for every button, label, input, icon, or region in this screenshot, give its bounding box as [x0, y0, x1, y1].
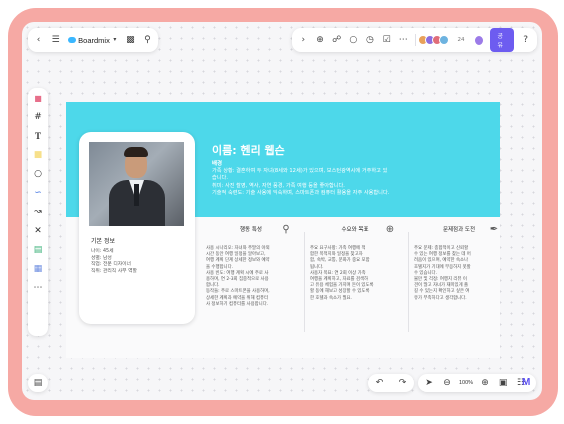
tool-sidebar: ■ # T ■ ○ ∽ ↝ ✕ ▤ ▦ ⋯: [28, 88, 48, 336]
column-title-text: 문제점과 도전: [442, 227, 476, 233]
sticky-note-icon[interactable]: ■: [32, 149, 44, 161]
undo-icon[interactable]: ↶: [374, 377, 386, 389]
chevron-down-icon[interactable]: ▾: [112, 34, 118, 46]
basic-info-item: 직위: 관리직 사무 역할: [91, 268, 137, 274]
more-tools-icon[interactable]: ⋯: [32, 282, 44, 294]
template-icon[interactable]: ▦: [32, 263, 44, 275]
column-title: 수요와 목표 ⊕: [310, 224, 400, 236]
menu-icon[interactable]: ☰: [51, 34, 60, 46]
zoom-toolbar: ➤ ⊖ 100% ⊕ ▣ ☷: [418, 374, 536, 392]
ai-logo-icon[interactable]: M: [522, 377, 534, 389]
sticky-multi-icon[interactable]: ■: [32, 92, 44, 104]
persona-board[interactable]: 이름: 헨리 웹슨 배경 가족 상황: 결혼하여 두 자녀(8세와 12세)가 …: [66, 102, 500, 358]
app-brand[interactable]: Boardmix ▾: [68, 34, 118, 46]
app-name: Boardmix: [78, 35, 110, 45]
column-line: 사 정보하기 컴퓨터를 사용합니다.: [206, 301, 269, 307]
column-title-text: 행동 특성: [240, 227, 262, 233]
persona-photo: [89, 142, 184, 226]
basic-info-list: 나이: 45세 성별: 남성 직업: 전문 디자이너 직위: 관리직 사무 역할: [91, 249, 137, 275]
back-icon[interactable]: ‹: [34, 34, 43, 46]
background-line: 습니다.: [212, 175, 228, 182]
comment-icon[interactable]: ○: [348, 34, 359, 46]
collaborator-avatars[interactable]: [418, 35, 450, 45]
basic-info-item: 나이: 45세: [91, 249, 114, 254]
toolbar-divider: [414, 34, 416, 46]
column-body: 주요 문제: 종합적이고 신뢰할 수 있는 여행 정보를 찾는 데 어 려움이 …: [414, 246, 504, 302]
zoom-out-icon[interactable]: ⊖: [441, 377, 453, 389]
pain-points-column: 문제점과 도전 ✒ 주요 문제: 종합적이고 신뢰할 수 있는 여행 정보를 찾…: [414, 224, 504, 302]
column-body: 주요 요구사항: 가족 여행에 적 합한 목적지와 일정을 찾고자 함, 숙박,…: [310, 246, 400, 302]
add-icon[interactable]: ⊕: [315, 34, 326, 46]
ai-icon[interactable]: ☍: [331, 34, 342, 46]
share-button[interactable]: 공유: [490, 28, 515, 52]
top-right-toolbar: › ⊕ ☍ ○ ◷ ☑ ⋯ 24 공유 ?: [292, 28, 537, 52]
column-line: 유가 부족하다고 생각합니다.: [414, 295, 467, 301]
needs-goals-column: 수요와 목표 ⊕ 주요 요구사항: 가족 여행에 적 합한 목적지와 일정을 찾…: [310, 224, 400, 302]
my-avatar[interactable]: [474, 34, 485, 46]
column-title: 행동 특성 ⚲: [206, 224, 296, 236]
column-title-text: 수요와 목표: [341, 227, 369, 233]
fit-icon[interactable]: ▣: [497, 377, 509, 389]
redo-icon[interactable]: ↷: [397, 377, 409, 389]
table-icon[interactable]: ▤: [32, 244, 44, 256]
target-icon: ⊕: [385, 224, 395, 235]
tools-icon: ✒: [489, 224, 499, 235]
minimap-icon[interactable]: ▤: [32, 377, 44, 389]
boardmix-window: ‹ ☰ Boardmix ▾ ▩ ⚲ › ⊕ ☍ ○ ◷ ☑ ⋯ 24 공유 ?…: [22, 22, 542, 400]
more-icon[interactable]: ⋯: [398, 34, 409, 46]
search-person-icon: ⚲: [282, 224, 290, 235]
column-divider: [408, 232, 409, 332]
column-title: 문제점과 도전 ✒: [414, 224, 504, 236]
search-icon[interactable]: ⚲: [143, 34, 152, 46]
background-label: 배경: [212, 161, 223, 167]
mindmap-icon[interactable]: ✕: [32, 225, 44, 237]
history-toolbar: ↶ ↷: [368, 374, 414, 392]
pen-icon[interactable]: ∽: [32, 187, 44, 199]
select-icon[interactable]: ➤: [423, 377, 435, 389]
vote-icon[interactable]: ☑: [381, 34, 392, 46]
present-icon[interactable]: ▩: [126, 34, 135, 46]
avatar-count: 24: [457, 37, 465, 43]
column-divider: [304, 232, 305, 332]
zoom-in-icon[interactable]: ⊕: [479, 377, 491, 389]
frame-icon[interactable]: #: [32, 111, 44, 123]
shape-icon[interactable]: ○: [32, 168, 44, 180]
avatar: [439, 35, 450, 45]
help-icon[interactable]: ?: [520, 34, 531, 46]
connector-icon[interactable]: ↝: [32, 206, 44, 218]
minimap-toolbar: ▤: [28, 374, 48, 392]
chevron-right-icon[interactable]: ›: [298, 34, 309, 46]
profile-card[interactable]: 기본 정보 나이: 45세 성별: 남성 직업: 전문 디자이너 직위: 관리직…: [79, 132, 195, 324]
behavior-column: 행동 특성 ⚲ 사용 시나리오: 자녀와 주말의 야외 시간 동안 여행 일정을…: [206, 224, 296, 308]
background-text: 가족 상황: 결혼하여 두 자녀(8세와 12세)가 있으며, 보스턴광역시에 …: [212, 168, 482, 198]
basic-info-item: 직업: 전문 디자이너: [91, 262, 131, 268]
background-line: 기술적 숙련도: 기술 사용에 익숙하며, 스마트폰과 컴퓨터 활용을 자주 사…: [212, 190, 390, 197]
basic-info-title: 기본 정보: [91, 238, 115, 245]
persona-name-title: 이름: 헨리 웹슨: [212, 144, 285, 157]
column-line: 한 호텔과 숙소가 필요.: [310, 295, 352, 301]
column-body: 사용 시나리오: 자녀와 주말의 야외 시간 동안 여행 일정을 알아보고, 여…: [206, 246, 296, 308]
text-icon[interactable]: T: [32, 130, 44, 142]
timer-icon[interactable]: ◷: [365, 34, 376, 46]
cloud-logo-icon: [68, 37, 77, 43]
zoom-level[interactable]: 100%: [459, 380, 473, 386]
top-left-toolbar: ‹ ☰ Boardmix ▾ ▩ ⚲: [28, 28, 158, 52]
background-line: 가족 상황: 결혼하여 두 자녀(8세와 12세)가 있으며, 보스턴광역시에 …: [212, 168, 388, 174]
